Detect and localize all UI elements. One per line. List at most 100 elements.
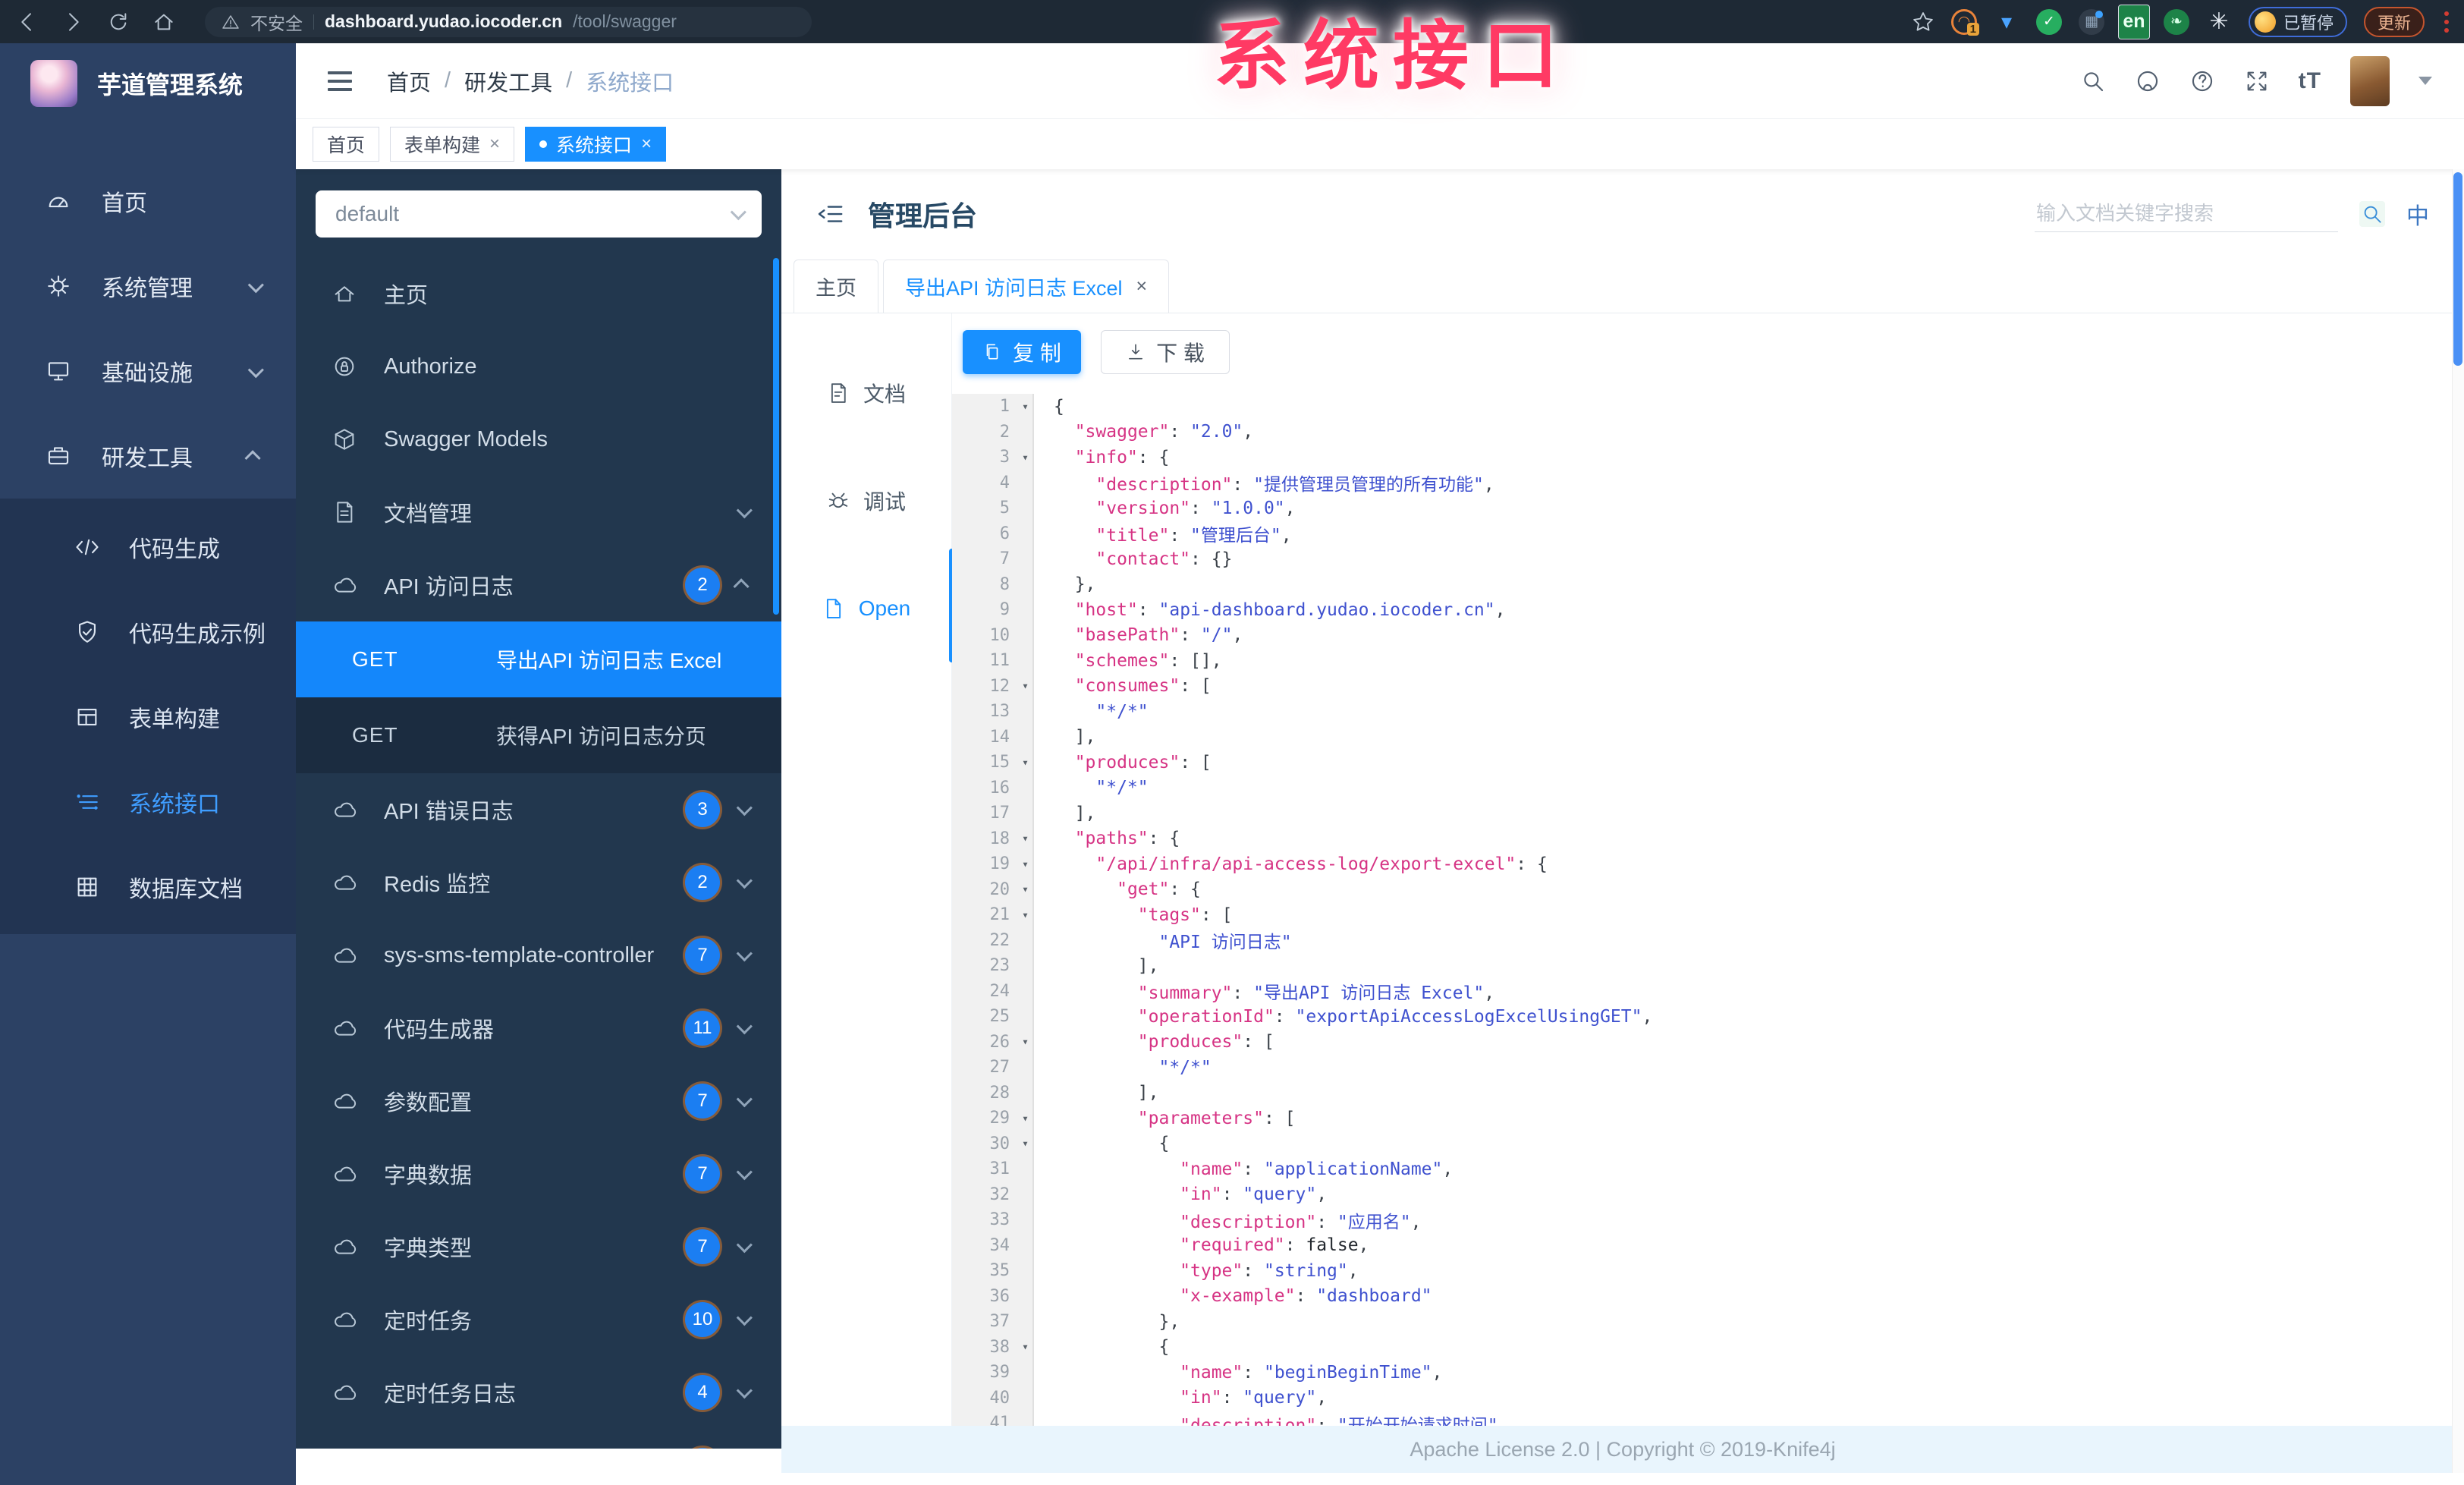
browser-home-icon[interactable] bbox=[152, 10, 176, 34]
sidebar-item-system[interactable]: 系统管理 bbox=[0, 244, 296, 329]
swagger-nav-group[interactable]: 岗位 7 bbox=[296, 1429, 781, 1449]
close-icon[interactable]: × bbox=[489, 134, 500, 155]
search-icon[interactable] bbox=[2080, 68, 2106, 94]
swagger-nav-group[interactable]: 参数配置 7 bbox=[296, 1065, 781, 1137]
fullscreen-icon[interactable] bbox=[2244, 68, 2270, 94]
collapse-menu-icon[interactable] bbox=[816, 200, 845, 228]
nav-item-label: 定时任务日志 bbox=[384, 1383, 517, 1407]
extension-drop-icon[interactable]: ▾ bbox=[1994, 9, 2019, 35]
swagger-nav-group[interactable]: API 错误日志 3 bbox=[296, 773, 781, 846]
count-badge: 10 bbox=[685, 1302, 720, 1337]
sidebar-item-home[interactable]: 首页 bbox=[0, 159, 296, 244]
rail-item-debug[interactable]: 调试 bbox=[781, 447, 951, 555]
download-icon bbox=[1129, 344, 1143, 360]
fold-toggle-icon[interactable]: ▾ bbox=[1022, 679, 1029, 693]
swagger-nav-group[interactable]: sys-sms-template-controller 7 bbox=[296, 919, 781, 992]
extension-flower-icon[interactable]: ✳ bbox=[2206, 9, 2232, 35]
address-bar[interactable]: 不安全 dashboard.yudao.iocoder.cn /tool/swa… bbox=[205, 6, 812, 37]
doc-tab-export-excel[interactable]: 导出API 访问日志 Excel × bbox=[883, 260, 1170, 313]
extension-leaf-icon[interactable]: ❧ bbox=[2163, 8, 2189, 35]
download-button[interactable]: 下 载 bbox=[1101, 330, 1230, 374]
sidebar-item-system-api[interactable]: 系统接口 bbox=[0, 760, 296, 845]
extension-puzzle-icon[interactable]: ▦ bbox=[2078, 8, 2104, 35]
extension-icon[interactable]: ◠ 1 bbox=[1950, 8, 1979, 36]
browser-reload-icon[interactable] bbox=[106, 10, 130, 34]
code-toolbar: 复 制 下 载 bbox=[952, 330, 2464, 394]
line-number: 37 bbox=[989, 1312, 1010, 1332]
fold-toggle-icon[interactable]: ▾ bbox=[1022, 1340, 1029, 1354]
chevron-down-icon[interactable] bbox=[2418, 77, 2432, 85]
language-toggle[interactable]: 中 bbox=[2406, 197, 2429, 231]
fold-toggle-icon[interactable]: ▾ bbox=[1022, 399, 1029, 413]
close-icon[interactable]: × bbox=[1136, 275, 1148, 297]
operation-get-page[interactable]: GET 获得API 访问日志分页 bbox=[296, 697, 781, 773]
breadcrumb-devtools[interactable]: 研发工具 bbox=[464, 65, 552, 97]
swagger-nav-group[interactable]: 定时任务 10 bbox=[296, 1283, 781, 1356]
tab-form-builder[interactable]: 表单构建 × bbox=[390, 127, 515, 162]
code-line: 3 ▾ "info": { bbox=[952, 445, 2464, 470]
cloud-icon bbox=[331, 1089, 358, 1113]
code-text: "description": "开始开始请求时间" bbox=[1180, 1415, 1498, 1426]
url-path: /tool/swagger bbox=[573, 11, 677, 31]
fold-toggle-icon[interactable]: ▾ bbox=[1022, 1137, 1029, 1150]
nav-scrollbar-thumb[interactable] bbox=[773, 258, 779, 615]
extension-translate-icon[interactable]: en bbox=[2118, 4, 2150, 39]
footer-text: Apache License 2.0 | Copyright © 2019-Kn… bbox=[1410, 1437, 1836, 1461]
fold-toggle-icon[interactable]: ▾ bbox=[1022, 450, 1029, 464]
paused-extension-pill[interactable]: 已暂停 bbox=[2248, 6, 2347, 37]
page-scrollbar[interactable] bbox=[2452, 169, 2464, 1473]
help-icon[interactable] bbox=[2189, 68, 2215, 94]
browser-update-button[interactable]: 更新 bbox=[2363, 6, 2425, 37]
line-number: 9 bbox=[999, 600, 1010, 620]
swagger-nav-group[interactable]: Redis 监控 2 bbox=[296, 846, 781, 919]
app-logo[interactable]: 芋道管理系统 bbox=[0, 43, 296, 124]
fold-toggle-icon[interactable]: ▾ bbox=[1022, 1035, 1029, 1049]
hamburger-icon[interactable] bbox=[328, 71, 352, 91]
copy-button[interactable]: 复 制 bbox=[963, 330, 1081, 374]
sidebar-item-codegen[interactable]: 代码生成 bbox=[0, 505, 296, 590]
swagger-nav-api-access-log[interactable]: API 访问日志 2 bbox=[296, 549, 781, 621]
json-editor[interactable]: 1 ▾{2 "swagger": "2.0", 3 ▾ "info": {4 "des… bbox=[952, 394, 2464, 1426]
sidebar-item-form-builder[interactable]: 表单构建 bbox=[0, 675, 296, 760]
fold-toggle-icon[interactable]: ▾ bbox=[1022, 908, 1029, 921]
fold-toggle-icon[interactable]: ▾ bbox=[1022, 832, 1029, 845]
swagger-nav-doc-manage[interactable]: 文档管理 bbox=[296, 476, 781, 549]
browser-forward-icon[interactable] bbox=[61, 10, 85, 34]
fold-toggle-icon[interactable]: ▾ bbox=[1022, 1111, 1029, 1125]
tab-home[interactable]: 首页 bbox=[313, 127, 380, 162]
fold-toggle-icon[interactable]: ▾ bbox=[1022, 883, 1029, 896]
tab-system-api[interactable]: 系统接口 × bbox=[525, 127, 667, 162]
swagger-nav-home[interactable]: 主页 bbox=[296, 257, 781, 330]
fold-toggle-icon[interactable]: ▾ bbox=[1022, 755, 1029, 769]
search-icon[interactable] bbox=[2359, 201, 2385, 227]
swagger-nav-authorize[interactable]: Authorize bbox=[296, 330, 781, 403]
breadcrumb-home[interactable]: 首页 bbox=[387, 65, 431, 97]
browser-menu-icon[interactable] bbox=[2444, 11, 2449, 33]
close-icon[interactable]: × bbox=[641, 134, 652, 155]
sidebar-item-db-doc[interactable]: 数据库文档 bbox=[0, 845, 296, 930]
doc-search-input[interactable] bbox=[2035, 196, 2338, 232]
github-icon[interactable] bbox=[2135, 68, 2161, 94]
api-group-select[interactable]: default bbox=[316, 190, 762, 238]
sidebar-item-infra[interactable]: 基础设施 bbox=[0, 329, 296, 414]
operation-export-excel[interactable]: GET 导出API 访问日志 Excel bbox=[296, 621, 781, 697]
code-line: 6 "title": "管理后台", bbox=[952, 521, 2464, 547]
fold-toggle-icon[interactable]: ▾ bbox=[1022, 857, 1029, 870]
swagger-nav-group[interactable]: 代码生成器 11 bbox=[296, 992, 781, 1065]
avatar[interactable] bbox=[2350, 55, 2390, 106]
swagger-nav-models[interactable]: Swagger Models bbox=[296, 403, 781, 476]
font-size-icon[interactable]: tT bbox=[2299, 68, 2321, 94]
rail-item-open[interactable]: Open bbox=[781, 555, 951, 662]
bookmark-star-icon[interactable] bbox=[1912, 11, 1934, 33]
extension-check-icon[interactable]: ✓ bbox=[2035, 8, 2062, 35]
page-scrollbar-thumb[interactable] bbox=[2453, 172, 2462, 366]
doc-tab-home[interactable]: 主页 bbox=[794, 260, 878, 313]
swagger-nav-group[interactable]: 字典数据 7 bbox=[296, 1137, 781, 1210]
sidebar-item-codegen-example[interactable]: 代码生成示例 bbox=[0, 590, 296, 675]
rail-item-doc[interactable]: 文档 bbox=[781, 339, 951, 447]
swagger-nav-group[interactable]: 定时任务日志 4 bbox=[296, 1356, 781, 1429]
browser-back-icon[interactable] bbox=[15, 10, 39, 34]
swagger-nav-group[interactable]: 字典类型 7 bbox=[296, 1210, 781, 1283]
doc-area: 管理后台 中 主页 导出API 访问日志 Excel × bbox=[781, 169, 2464, 1485]
sidebar-item-devtools[interactable]: 研发工具 bbox=[0, 414, 296, 499]
